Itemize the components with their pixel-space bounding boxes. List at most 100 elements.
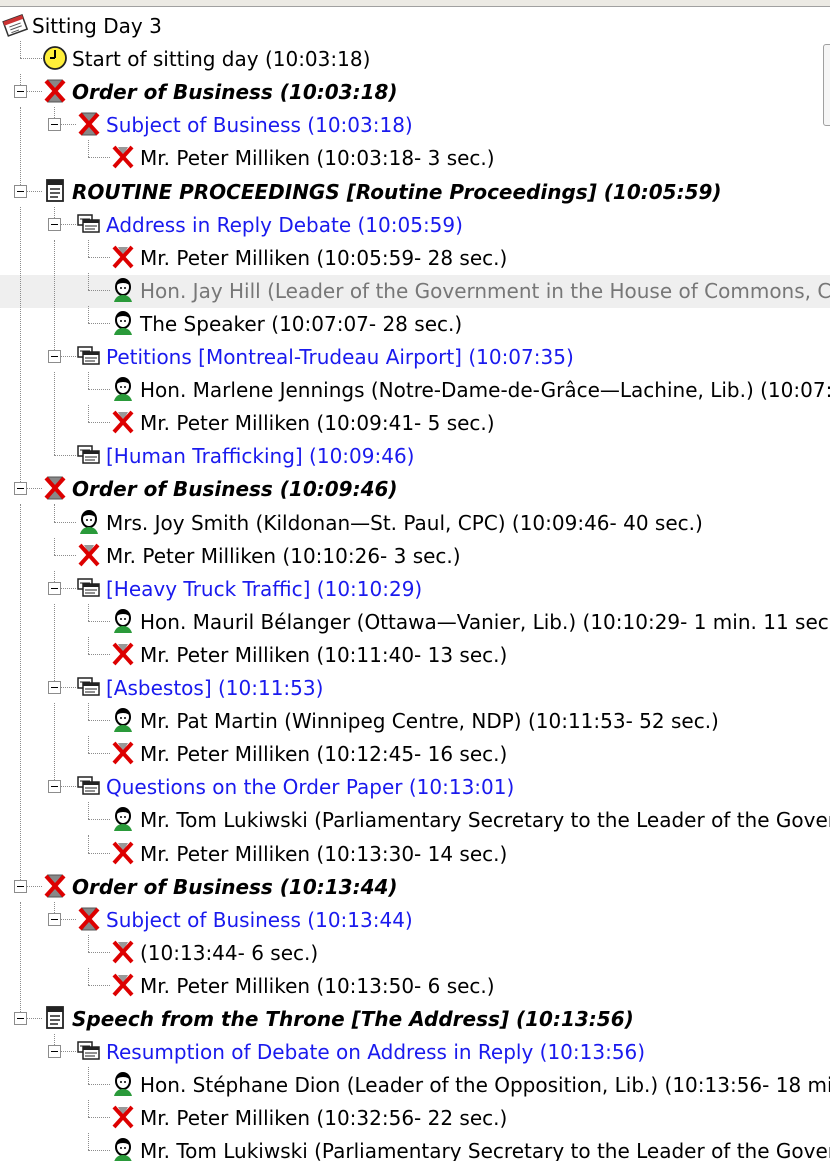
tree-node[interactable]: Resumption of Debate on Address in Reply… xyxy=(0,1034,830,1069)
tree-node-label[interactable]: Mr. Peter Milliken (10:10:26- 3 sec.) xyxy=(106,543,461,569)
collapse-toggle[interactable] xyxy=(14,184,27,198)
tree-node[interactable]: Hon. Mauril Bélanger (Ottawa—Vanier, Lib… xyxy=(0,603,830,639)
tree-connector xyxy=(88,984,110,986)
collapse-toggle[interactable] xyxy=(48,581,61,595)
collapse-toggle[interactable] xyxy=(14,482,27,496)
tree-node[interactable]: [Asbestos] (10:11:53) xyxy=(0,603,830,705)
person-icon xyxy=(110,707,136,733)
tree-connector xyxy=(20,901,21,1018)
tree-node-label[interactable]: Mr. Peter Milliken (10:13:50- 6 sec.) xyxy=(140,973,495,999)
tree-node[interactable]: Mr. Tom Lukiwski (Parliamentary Secretar… xyxy=(0,802,830,837)
tree-node-label[interactable]: Mr. Tom Lukiwski (Parliamentary Secretar… xyxy=(140,1138,830,1161)
tree-node-label[interactable]: The Speaker (10:07:07- 28 sec.) xyxy=(140,311,462,337)
tree-node[interactable]: Mr. Peter Milliken (10:05:59- 28 sec.) xyxy=(0,239,830,275)
tree-node[interactable]: Mr. Peter Milliken (10:12:45- 16 sec.) xyxy=(0,736,830,771)
tree-node-label[interactable]: Order of Business (10:03:18) xyxy=(72,79,398,105)
collapse-toggle[interactable] xyxy=(48,1045,61,1059)
tree-node[interactable]: (10:13:44- 6 sec.) xyxy=(0,934,830,970)
tree-node[interactable]: ROUTINE PROCEEDINGS [Routine Proceedings… xyxy=(0,107,830,209)
sitting-day-tree[interactable]: Sitting Day 3 Start of sitting day (10:03… xyxy=(0,0,830,1161)
tree-node[interactable]: Hon. Stéphane Dion (Leader of the Opposi… xyxy=(0,1067,830,1102)
tree-node-label[interactable]: Mr. Peter Milliken (10:05:59- 28 sec.) xyxy=(140,245,507,271)
tree-node[interactable]: Mr. Peter Milliken (10:10:26- 3 sec.) xyxy=(0,537,830,573)
tree-node-label[interactable]: [Heavy Truck Traffic] (10:10:29) xyxy=(106,576,422,602)
tree-node[interactable]: The Speaker (10:07:07- 28 sec.) xyxy=(0,305,830,341)
person-icon xyxy=(110,376,136,402)
tree-node[interactable]: Subject of Business (10:13:44) xyxy=(0,901,830,937)
tree-node-label[interactable]: Mr. Peter Milliken (10:13:30- 14 sec.) xyxy=(140,841,507,867)
tree-node[interactable]: Order of Business (10:03:18) xyxy=(0,74,830,109)
tree-node-label[interactable]: Mr. Pat Martin (Winnipeg Centre, NDP) (1… xyxy=(140,708,719,734)
speaker-x-icon xyxy=(76,542,102,568)
tree-node[interactable]: Questions on the Order Paper (10:13:01) xyxy=(0,703,830,804)
tree-connector xyxy=(54,372,55,456)
tree-connector xyxy=(20,58,42,60)
tree-node-label[interactable]: Mr. Peter Milliken (10:32:56- 22 sec.) xyxy=(140,1105,507,1131)
scrollbar-thumb[interactable] xyxy=(823,44,830,126)
tree-node-label[interactable]: Order of Business (10:13:44) xyxy=(72,874,398,900)
tree-node-label[interactable]: Mr. Peter Milliken (10:11:40- 13 sec.) xyxy=(140,642,507,668)
tree-node-label[interactable]: Speech from the Throne [The Address] (10… xyxy=(72,1006,634,1032)
tree-node-label[interactable]: Resumption of Debate on Address in Reply… xyxy=(106,1039,645,1065)
tree-node-label[interactable]: Order of Business (10:09:46) xyxy=(72,476,398,502)
tree-node-label[interactable]: ROUTINE PROCEEDINGS [Routine Proceedings… xyxy=(72,179,722,205)
tree-node[interactable]: Mr. Peter Milliken (10:13:50- 6 sec.) xyxy=(0,967,830,1003)
collapse-toggle[interactable] xyxy=(14,85,27,99)
tree-node-label[interactable]: [Asbestos] (10:11:53) xyxy=(106,675,323,701)
tree-node-label[interactable]: Hon. Mauril Bélanger (Ottawa—Vanier, Lib… xyxy=(140,609,829,635)
tree-node[interactable]: Subject of Business (10:03:18) xyxy=(0,107,830,142)
tree-node[interactable]: Mr. Peter Milliken (10:03:18- 3 sec.) xyxy=(0,140,830,175)
collapse-toggle[interactable] xyxy=(48,681,61,694)
tree-node-label[interactable]: Subject of Business (10:13:44) xyxy=(106,907,413,933)
tree-node[interactable]: Start of sitting day (10:03:18) xyxy=(0,41,830,76)
folder-docs-icon xyxy=(76,1038,102,1064)
speaker-x-icon xyxy=(110,740,136,766)
order-of-business-icon xyxy=(42,475,68,501)
tree-node[interactable]: Hon. Marlene Jennings (Notre-Dame-de-Grâ… xyxy=(0,372,830,407)
tree-connector xyxy=(20,41,21,59)
collapse-toggle[interactable] xyxy=(14,879,27,893)
tree-node[interactable]: Order of Business (10:13:44) xyxy=(0,504,830,904)
tree-node[interactable]: Speech from the Throne [The Address] (10… xyxy=(0,901,830,1036)
collapse-toggle[interactable] xyxy=(14,1012,27,1025)
tree-node[interactable]: Mr. Peter Milliken (10:11:40- 13 sec.) xyxy=(0,636,830,672)
tree-node[interactable]: Mrs. Joy Smith (Kildonan—St. Paul, CPC) … xyxy=(0,504,830,540)
tree-node-label[interactable]: Hon. Jay Hill (Leader of the Government … xyxy=(140,278,830,304)
tree-node[interactable]: Order of Business (10:09:46) xyxy=(0,206,830,506)
tree-node[interactable]: [Heavy Truck Traffic] (10:10:29) xyxy=(0,570,830,606)
tree-node[interactable]: Mr. Peter Milliken (10:13:30- 14 sec.) xyxy=(0,835,830,871)
tree-node[interactable]: Mr. Peter Milliken (10:32:56- 22 sec.) xyxy=(0,1100,830,1135)
tree-node[interactable]: [Human Trafficking] (10:09:46) xyxy=(0,372,830,473)
speaker-x-icon xyxy=(110,409,136,435)
tree-node-label[interactable]: Petitions [Montreal-Trudeau Airport] (10… xyxy=(106,344,574,370)
tree-connector xyxy=(88,422,110,424)
tree-node[interactable]: Hon. Jay Hill (Leader of the Government … xyxy=(0,272,830,308)
tree-node[interactable]: Petitions [Montreal-Trudeau Airport] (10… xyxy=(0,239,830,374)
tree-node-label[interactable]: (10:13:44- 6 sec.) xyxy=(140,940,318,966)
tree-node-label[interactable]: Subject of Business (10:03:18) xyxy=(106,112,413,138)
tree-node-label[interactable]: Hon. Marlene Jennings (Notre-Dame-de-Grâ… xyxy=(140,377,830,403)
collapse-toggle[interactable] xyxy=(48,350,61,363)
tree-node-label[interactable]: Sitting Day 3 xyxy=(32,13,162,39)
tree-node[interactable]: Mr. Peter Milliken (10:09:41- 5 sec.) xyxy=(0,405,830,440)
tree-node-label[interactable]: Mr. Peter Milliken (10:09:41- 5 sec.) xyxy=(140,410,495,436)
tree-node-label[interactable]: Mrs. Joy Smith (Kildonan—St. Paul, CPC) … xyxy=(106,510,703,536)
tree-node-label[interactable]: [Human Trafficking] (10:09:46) xyxy=(106,443,414,469)
tree-node-label[interactable]: Hon. Stéphane Dion (Leader of the Opposi… xyxy=(140,1072,830,1098)
tree-node[interactable]: Mr. Tom Lukiwski (Parliamentary Secretar… xyxy=(0,1133,830,1161)
tree-node-label[interactable]: Start of sitting day (10:03:18) xyxy=(72,46,370,72)
tree-node-label[interactable]: Mr. Peter Milliken (10:12:45- 16 sec.) xyxy=(140,741,507,767)
collapse-toggle[interactable] xyxy=(48,912,61,926)
tree-node-label[interactable]: Mr. Tom Lukiwski (Parliamentary Secretar… xyxy=(140,807,830,833)
tree-node[interactable]: Sitting Day 3 xyxy=(0,10,830,43)
collapse-toggle[interactable] xyxy=(48,217,61,231)
tree-node-label[interactable]: Mr. Peter Milliken (10:03:18- 3 sec.) xyxy=(140,145,495,171)
tree-connector xyxy=(88,256,110,258)
collapse-toggle[interactable] xyxy=(48,118,61,132)
tree-connector xyxy=(88,389,110,391)
collapse-toggle[interactable] xyxy=(48,780,61,794)
tree-node-label[interactable]: Address in Reply Debate (10:05:59) xyxy=(106,212,463,238)
tree-node-label[interactable]: Questions on the Order Paper (10:13:01) xyxy=(106,774,514,800)
tree-node[interactable]: Mr. Pat Martin (Winnipeg Centre, NDP) (1… xyxy=(0,703,830,738)
tree-node[interactable]: Address in Reply Debate (10:05:59) xyxy=(0,206,830,242)
